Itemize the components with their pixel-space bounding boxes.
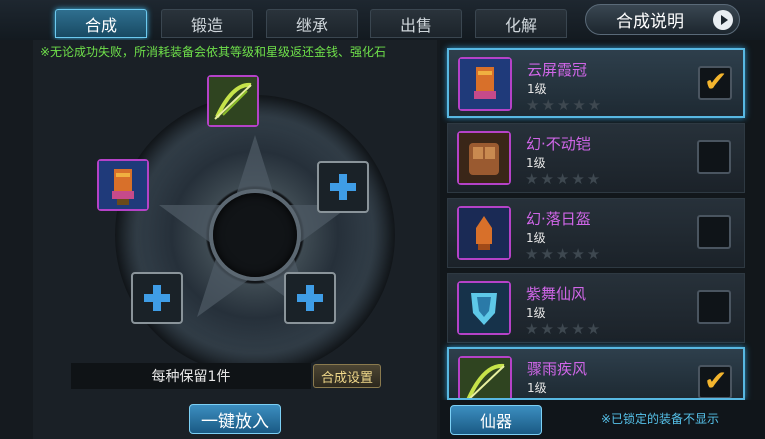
helmet-icon (458, 57, 512, 111)
plus-icon (330, 174, 356, 200)
synthesis-help-button[interactable]: 合成说明 (585, 4, 740, 35)
star-rating: ★★★★★ (525, 245, 603, 263)
select-checkbox[interactable]: ✔ (698, 364, 732, 398)
star-rating: ★★★★★ (526, 96, 604, 114)
equipment-item[interactable]: 幻·落日盔 1级 ★★★★★ (447, 198, 745, 268)
play-arrow-icon (713, 10, 733, 30)
helmet-icon (99, 161, 147, 209)
select-checkbox[interactable] (697, 290, 731, 324)
checkmark-icon: ✔ (704, 364, 728, 397)
equipment-name: 幻·不动铠 (526, 135, 591, 153)
center-hole (213, 193, 297, 277)
help-button-label: 合成说明 (616, 12, 684, 32)
equipment-item[interactable]: 幻·不动铠 1级 ★★★★★ (447, 123, 745, 193)
auto-fill-button[interactable]: 一键放入 (189, 404, 281, 434)
equipment-item[interactable]: 骤雨疾风 1级 ★★★★★ ✔ (447, 347, 745, 400)
synthesis-slot-right[interactable] (317, 161, 369, 213)
synthesis-notice: ※无论成功失败，所消耗装备会依其等级和星级返还金钱、强化石 (40, 45, 387, 59)
select-checkbox[interactable] (697, 215, 731, 249)
synthesis-slot-top[interactable] (207, 75, 259, 127)
helmet-icon (457, 206, 511, 260)
locked-items-note: ※已锁定的装备不显示 (601, 412, 720, 426)
tab-inherit[interactable]: 继承 (266, 9, 358, 38)
star-rating: ★★★★★ (525, 170, 603, 188)
equipment-level: 1级 (526, 306, 546, 320)
synthesis-setting-button[interactable]: 合成设置 (313, 364, 381, 388)
equipment-item[interactable]: 紫舞仙风 1级 ★★★★★ (447, 273, 745, 343)
tab-forge[interactable]: 锻造 (161, 9, 253, 38)
star-rating: ★★★★★ (525, 320, 603, 338)
tab-dismantle[interactable]: 化解 (475, 9, 567, 38)
equipment-level: 1级 (526, 156, 546, 170)
checkmark-icon: ✔ (704, 65, 728, 98)
equipment-name: 云屏霞冠 (527, 61, 588, 79)
bow-icon (458, 356, 512, 398)
equipment-name: 骤雨疾风 (527, 360, 588, 378)
equipment-level: 1级 (526, 231, 546, 245)
plus-icon (297, 285, 323, 311)
equipment-name: 幻·落日盔 (526, 210, 591, 228)
keep-setting-display: 每种保留1件 (71, 363, 311, 389)
equipment-item[interactable]: 云屏霞冠 1级 ★★★★★ ✔ (447, 48, 745, 118)
synthesis-slot-bottom-right[interactable] (284, 272, 336, 324)
synthesis-slot-left[interactable] (97, 159, 149, 211)
equipment-name: 紫舞仙风 (526, 285, 587, 303)
select-checkbox[interactable]: ✔ (698, 65, 732, 100)
synthesis-wheel (115, 95, 395, 375)
synthesis-slot-bottom-left[interactable] (131, 272, 183, 324)
armor-icon (457, 131, 511, 185)
plus-icon (144, 285, 170, 311)
equipment-level: 1级 (527, 82, 547, 96)
select-checkbox[interactable] (697, 140, 731, 174)
tab-synthesis[interactable]: 合成 (55, 9, 147, 38)
tab-sell[interactable]: 出售 (370, 9, 462, 38)
equipment-level: 1级 (527, 381, 547, 395)
fairy-weapon-filter-button[interactable]: 仙器 (450, 405, 542, 435)
shield-icon (457, 281, 511, 335)
bow-icon (209, 77, 257, 125)
